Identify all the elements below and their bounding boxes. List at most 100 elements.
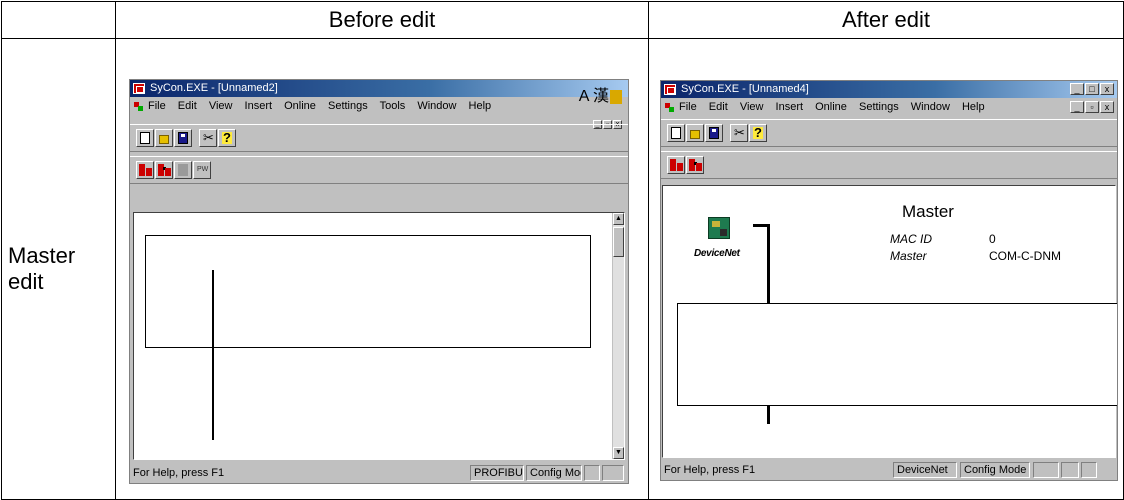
menu-help[interactable]: Help <box>469 100 492 112</box>
scroll-down-icon[interactable]: ▼ <box>613 447 624 459</box>
after-mdi-buttons: _ ▫ x <box>1070 101 1114 113</box>
after-status-bar: For Help, press F1 DeviceNet Config Mode <box>661 460 1117 480</box>
before-status-bus: PROFIBUS <box>470 465 524 481</box>
help-icon: ? <box>222 130 232 145</box>
app-icon <box>133 83 145 94</box>
row-label-line2: edit <box>8 269 44 294</box>
before-title-bar[interactable]: SyCon.EXE - [Unnamed2] <box>130 80 628 97</box>
before-cell: SyCon.EXE - [Unnamed2] A 漢 File Edit Vie… <box>115 38 649 500</box>
before-toolbar-main: ✂ ? <box>130 124 628 152</box>
help-button[interactable]: ? <box>749 124 767 142</box>
menu-settings[interactable]: Settings <box>328 100 368 112</box>
menu-window[interactable]: Window <box>911 101 950 113</box>
open-button[interactable] <box>686 124 704 142</box>
after-cell: SyCon.EXE - [Unnamed4] _ □ x File Edit V… <box>648 38 1124 500</box>
before-toolbar-network: PW <box>130 156 628 184</box>
new-button[interactable] <box>667 124 685 142</box>
save-button[interactable] <box>174 129 192 147</box>
save-icon <box>709 127 719 139</box>
mdi-restore-button[interactable]: ▫ <box>1085 101 1099 113</box>
menu-help[interactable]: Help <box>962 101 985 113</box>
insert-slave-icon <box>158 164 166 176</box>
after-status-blank1 <box>1033 462 1059 478</box>
after-toolbar-main: ✂ ? <box>661 119 1117 147</box>
header-before-edit: Before edit <box>115 1 649 39</box>
menu-file[interactable]: File <box>679 101 697 113</box>
device-label: DeviceNet <box>694 248 740 259</box>
help-icon: ? <box>753 125 763 140</box>
row-label: Master edit <box>1 38 116 500</box>
cut-button[interactable]: ✂ <box>199 129 217 147</box>
after-toolbar-network <box>661 151 1117 179</box>
after-status-mode: Config Mode <box>960 462 1030 478</box>
mdi-close-button[interactable]: x <box>1100 101 1114 113</box>
menu-insert[interactable]: Insert <box>245 100 273 112</box>
after-client-area[interactable]: DeviceNet Master MAC ID 0 Master COM-C-D… <box>662 185 1117 458</box>
minimize-button[interactable]: _ <box>1070 83 1084 95</box>
before-status-blank2 <box>602 465 624 481</box>
insert-master-icon <box>139 164 145 176</box>
open-folder-icon <box>159 135 169 144</box>
master-key: Master <box>890 249 927 263</box>
before-status-text: For Help, press F1 <box>133 467 225 479</box>
menu-settings[interactable]: Settings <box>859 101 899 113</box>
close-button[interactable]: x <box>1100 83 1114 95</box>
insert-slave-button[interactable] <box>155 161 173 179</box>
row-label-line1: Master <box>8 243 76 268</box>
menu-online[interactable]: Online <box>815 101 847 113</box>
new-file-icon <box>140 132 150 144</box>
mdi-minimize-button[interactable]: _ <box>1070 101 1084 113</box>
after-window-buttons: _ □ x <box>1070 83 1114 95</box>
menu-view[interactable]: View <box>740 101 764 113</box>
menu-tools[interactable]: Tools <box>380 100 406 112</box>
before-window-title: SyCon.EXE - [Unnamed2] <box>150 82 278 94</box>
mac-id-value: 0 <box>989 232 996 246</box>
after-title-bar[interactable]: SyCon.EXE - [Unnamed4] _ □ x <box>661 81 1117 98</box>
master-value: COM-C-DNM <box>989 249 1061 263</box>
before-client-area[interactable]: ▲ ▼ <box>133 212 625 460</box>
menu-online[interactable]: Online <box>284 100 316 112</box>
header-after-edit: After edit <box>648 1 1124 39</box>
pw-button[interactable]: PW <box>193 161 211 179</box>
after-status-bus: DeviceNet <box>893 462 957 478</box>
cut-button[interactable]: ✂ <box>730 124 748 142</box>
menu-edit[interactable]: Edit <box>178 100 197 112</box>
help-button[interactable]: ? <box>218 129 236 147</box>
devicenet-device-icon[interactable] <box>708 217 730 239</box>
menu-insert[interactable]: Insert <box>776 101 804 113</box>
open-button[interactable] <box>155 129 173 147</box>
insert-gray-button[interactable] <box>174 161 192 179</box>
insert-slave-button[interactable] <box>686 156 704 174</box>
master-title: Master <box>902 202 954 221</box>
comparison-table: Before edit After edit Master edit SyCon… <box>1 1 1124 500</box>
insert-slave-icon <box>689 159 697 171</box>
new-file-icon <box>671 127 681 139</box>
insert-master-icon <box>670 159 676 171</box>
after-status-blank3 <box>1081 462 1097 478</box>
before-bus-line <box>212 270 214 440</box>
menu-view[interactable]: View <box>209 100 233 112</box>
document-icon <box>664 102 675 113</box>
disabled-insert-icon <box>178 164 188 176</box>
before-status-blank1 <box>584 465 600 481</box>
save-button[interactable] <box>705 124 723 142</box>
menu-edit[interactable]: Edit <box>709 101 728 113</box>
insert-master-button[interactable] <box>136 161 154 179</box>
new-button[interactable] <box>136 129 154 147</box>
after-status-text: For Help, press F1 <box>664 464 756 476</box>
after-window-title: SyCon.EXE - [Unnamed4] <box>681 83 809 95</box>
menu-file[interactable]: File <box>148 100 166 112</box>
maximize-button[interactable]: □ <box>1085 83 1099 95</box>
before-menu-bar: File Edit View Insert Online Settings To… <box>130 98 628 115</box>
before-status-mode: Config Mode <box>526 465 582 481</box>
insert-master-button[interactable] <box>667 156 685 174</box>
save-icon <box>178 132 188 144</box>
scroll-thumb[interactable] <box>613 227 624 257</box>
after-status-blank2 <box>1061 462 1079 478</box>
menu-window[interactable]: Window <box>417 100 456 112</box>
before-vertical-scrollbar[interactable]: ▲ ▼ <box>612 213 624 459</box>
cut-icon: ✂ <box>203 130 214 145</box>
pw-icon: PW <box>197 166 209 173</box>
scroll-up-icon[interactable]: ▲ <box>613 213 624 225</box>
app-icon <box>664 84 676 95</box>
